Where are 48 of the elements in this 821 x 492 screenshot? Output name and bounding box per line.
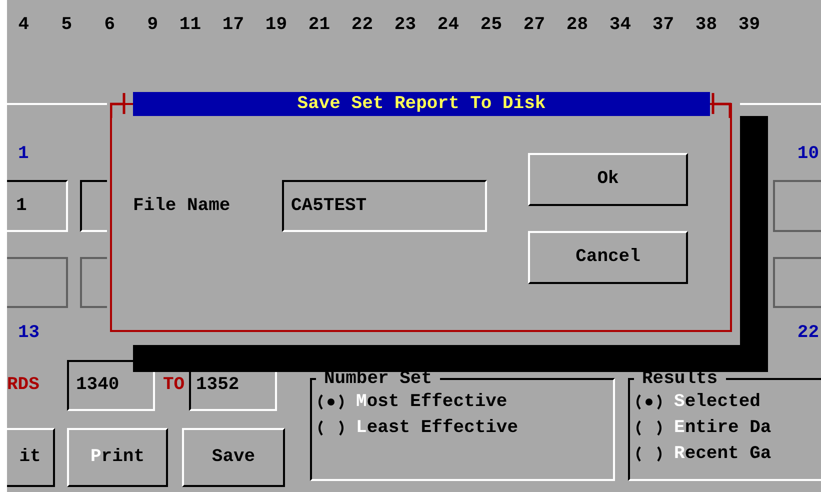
column-number: 23 [394,14,416,36]
field-label: File Name [133,194,232,218]
column-number: 5 [60,14,72,36]
group-title: Number Set [323,369,434,389]
option-label[interactable]: Recent Ga [674,440,772,468]
column-label: 22 [797,322,819,344]
column-number: 22 [351,14,373,36]
number-field[interactable] [773,257,821,308]
dialog-button[interactable]: Cancel [528,231,688,284]
range-label: TO [163,374,186,397]
column-number: 4 [17,14,29,36]
column-number: 25 [480,14,502,36]
option-label[interactable]: Selected [674,388,760,416]
number-field[interactable] [7,257,68,308]
dialog-button[interactable]: Ok [528,153,688,206]
number-field[interactable] [773,180,821,232]
column-number: 9 [146,14,158,36]
option-label[interactable]: Entire Da [674,414,772,442]
action-button[interactable]: Save [182,428,285,487]
column-number: 6 [103,14,115,36]
action-button[interactable]: it [7,428,55,487]
number-field[interactable]: 1 [7,180,68,232]
column-number: 28 [566,14,588,36]
column-number: 21 [308,14,330,36]
radio-button-icon[interactable] [316,394,346,410]
column-label: 1 [18,143,29,165]
radio-button-icon[interactable] [316,420,346,436]
option-label[interactable]: Least Effective [356,414,518,442]
column-number: 19 [265,14,287,36]
column-label: 10 [797,143,819,165]
radio-button-icon[interactable] [634,394,664,410]
column-number: 39 [738,14,760,36]
column-number: 11 [179,14,201,36]
column-label: 13 [18,322,40,344]
range-label: RDS [7,374,40,397]
dialog-title-bar: Save Set Report To Disk [133,92,710,116]
file-name-field[interactable]: CA5TEST [282,180,487,232]
option-label[interactable]: Most Effective [356,388,508,416]
column-number: 34 [609,14,631,36]
column-number: 24 [437,14,459,36]
column-number: 27 [523,14,545,36]
action-button[interactable]: Print [67,428,168,487]
radio-button-icon[interactable] [634,420,664,436]
column-number: 17 [222,14,244,36]
group-title: Results [641,369,719,389]
column-number: 37 [652,14,674,36]
radio-button-icon[interactable] [634,446,664,462]
column-number: 38 [695,14,717,36]
